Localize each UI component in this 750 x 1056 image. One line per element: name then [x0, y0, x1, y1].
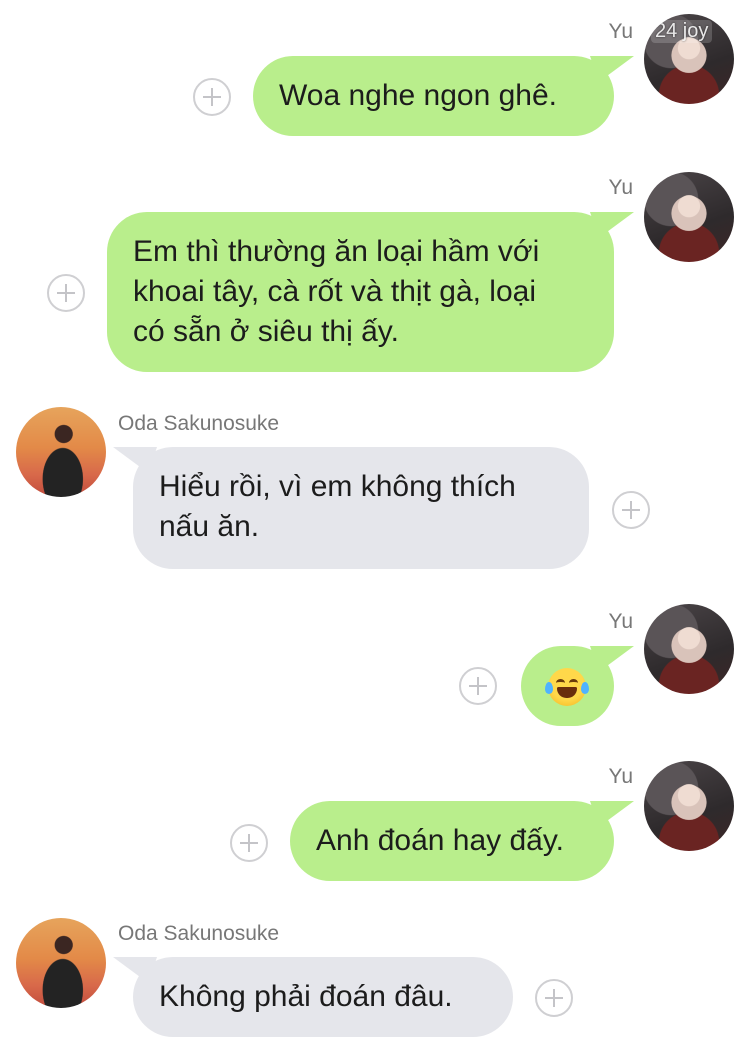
- sender-name: Oda Sakunosuke: [118, 412, 280, 435]
- yu-avatar-icon[interactable]: [644, 172, 734, 262]
- message-bubble[interactable]: [521, 646, 614, 726]
- oda-avatar-icon[interactable]: [16, 407, 106, 497]
- message-text: Không phải đoán đâu.: [159, 980, 453, 1013]
- message-text: khoai tây, cà rốt và thịt gà, loại: [133, 275, 536, 308]
- message-text: Hiểu rồi, vì em không thích: [159, 470, 516, 503]
- message-row: Yu Anh đoán hay đấy.: [0, 755, 750, 895]
- yu-avatar-icon[interactable]: 24 joy: [644, 14, 734, 104]
- message-row: Yu: [0, 600, 750, 730]
- message-bubble[interactable]: Em thì thường ăn loại hầm với khoai tây,…: [107, 212, 614, 372]
- message-text: nấu ăn.: [159, 510, 260, 543]
- message-text: Em thì thường ăn loại hầm với: [133, 235, 540, 268]
- add-reaction-icon[interactable]: [230, 824, 268, 862]
- sender-name: Yu: [608, 20, 633, 43]
- message-bubble[interactable]: Hiểu rồi, vì em không thích nấu ăn.: [133, 447, 589, 569]
- oda-avatar-icon[interactable]: [16, 918, 106, 1008]
- message-row: Yu Em thì thường ăn loại hầm với khoai t…: [0, 170, 750, 380]
- message-row: Oda Sakunosuke Hiểu rồi, vì em không thí…: [0, 405, 750, 575]
- add-reaction-icon[interactable]: [535, 979, 573, 1017]
- message-bubble[interactable]: Woa nghe ngon ghê.: [253, 56, 614, 136]
- message-bubble[interactable]: Không phải đoán đâu.: [133, 957, 513, 1037]
- face-with-tears-of-joy-icon: [545, 668, 589, 707]
- add-reaction-icon[interactable]: [612, 491, 650, 529]
- sender-name: Yu: [608, 610, 633, 633]
- yu-avatar-icon[interactable]: [644, 761, 734, 851]
- message-text: Anh đoán hay đấy.: [316, 824, 564, 857]
- message-text: Woa nghe ngon ghê.: [279, 79, 558, 112]
- sender-name: Yu: [608, 176, 633, 199]
- add-reaction-icon[interactable]: [47, 274, 85, 312]
- add-reaction-icon[interactable]: [459, 667, 497, 705]
- avatar-badge: 24 joy: [651, 20, 713, 43]
- sender-name: Oda Sakunosuke: [118, 922, 280, 945]
- message-row: Yu 24 joy Woa nghe ngon ghê.: [0, 0, 750, 140]
- message-text: có sẵn ở siêu thị ấy.: [133, 315, 399, 348]
- message-bubble[interactable]: Anh đoán hay đấy.: [290, 801, 614, 881]
- add-reaction-icon[interactable]: [193, 78, 231, 116]
- message-row: Oda Sakunosuke Không phải đoán đâu.: [0, 915, 750, 1056]
- yu-avatar-icon[interactable]: [644, 604, 734, 694]
- sender-name: Yu: [608, 765, 633, 788]
